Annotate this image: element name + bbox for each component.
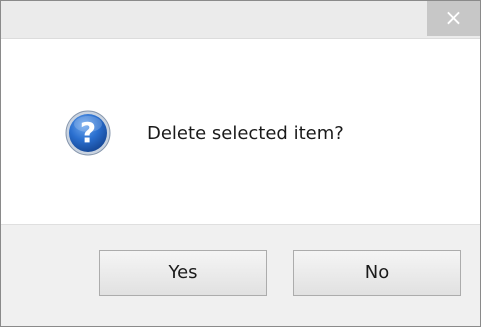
dialog-content: ? Delete selected item? <box>1 39 480 224</box>
svg-text:?: ? <box>80 116 96 149</box>
confirm-dialog: × ? Delete selected item? Yes No <box>0 0 481 327</box>
question-icon: ? <box>65 110 111 156</box>
yes-button[interactable]: Yes <box>99 250 267 296</box>
message-text: Delete selected item? <box>147 123 344 144</box>
title-bar: × <box>1 1 480 39</box>
close-button[interactable]: × <box>427 1 480 36</box>
button-bar: Yes No <box>1 224 480 326</box>
no-button[interactable]: No <box>293 250 461 296</box>
